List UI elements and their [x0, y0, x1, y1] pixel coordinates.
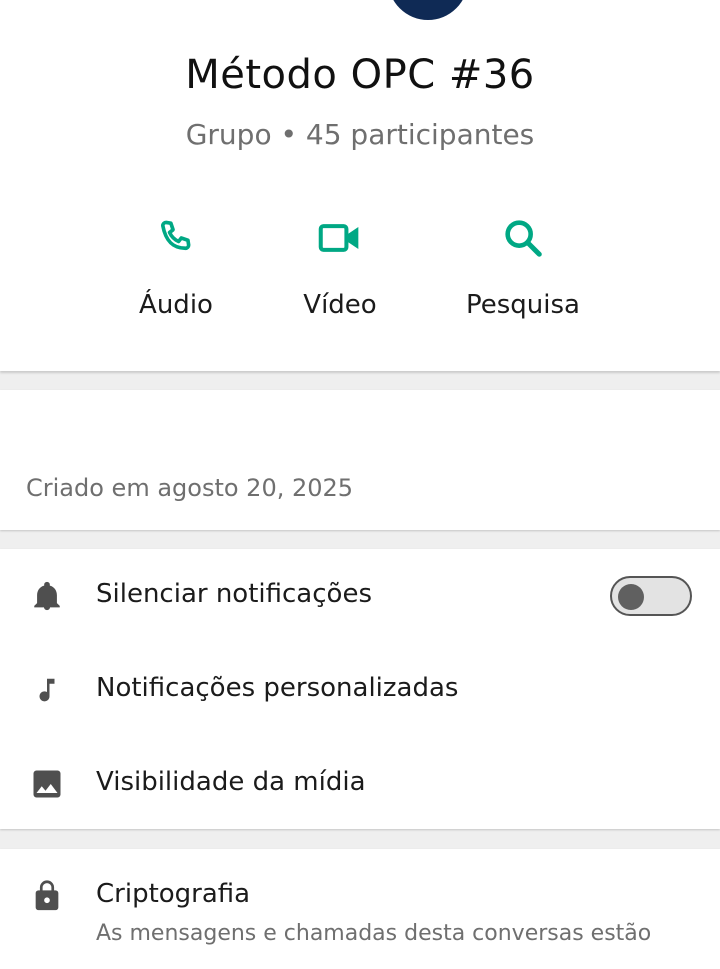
media-visibility-label: Visibilidade da mídia: [96, 767, 366, 797]
video-camera-icon: [260, 210, 420, 266]
notification-settings-card: Silenciar notificações Notificações pers…: [0, 549, 720, 829]
image-icon: [28, 765, 66, 803]
video-call-label: Vídeo: [303, 290, 377, 320]
audio-call-label: Áudio: [139, 290, 213, 320]
phone-icon: [96, 210, 256, 266]
lock-icon: [28, 877, 66, 915]
encryption-title: Criptografia: [96, 879, 251, 909]
group-subtitle[interactable]: Grupo • 45 participantes: [0, 118, 720, 151]
group-avatar[interactable]: [388, 0, 468, 20]
search-label: Pesquisa: [466, 290, 580, 320]
custom-notifications-row[interactable]: Notificações personalizadas: [0, 643, 720, 737]
group-info-card: Criado em agosto 20, 2025: [0, 390, 720, 530]
mute-notifications-label: Silenciar notificações: [96, 579, 372, 609]
group-name: Método OPC #36: [185, 52, 535, 98]
bell-icon: [28, 577, 66, 615]
search-icon: [443, 210, 603, 266]
audio-call-button[interactable]: Áudio: [96, 210, 256, 320]
search-button[interactable]: Pesquisa: [443, 210, 603, 320]
music-note-icon: [28, 671, 66, 709]
mute-notifications-row[interactable]: Silenciar notificações: [0, 549, 720, 643]
encryption-card[interactable]: Criptografia As mensagens e chamadas des…: [0, 849, 720, 969]
media-visibility-row[interactable]: Visibilidade da mídia: [0, 737, 720, 831]
custom-notifications-label: Notificações personalizadas: [96, 673, 459, 703]
mute-notifications-toggle[interactable]: [610, 576, 692, 616]
encryption-description: As mensagens e chamadas desta conversas …: [96, 921, 652, 946]
created-date: Criado em agosto 20, 2025: [26, 474, 354, 502]
video-call-button[interactable]: Vídeo: [260, 210, 420, 320]
group-header-card: Método OPC #36 Grupo • 45 participantes …: [0, 0, 720, 371]
toggle-knob: [618, 584, 644, 610]
